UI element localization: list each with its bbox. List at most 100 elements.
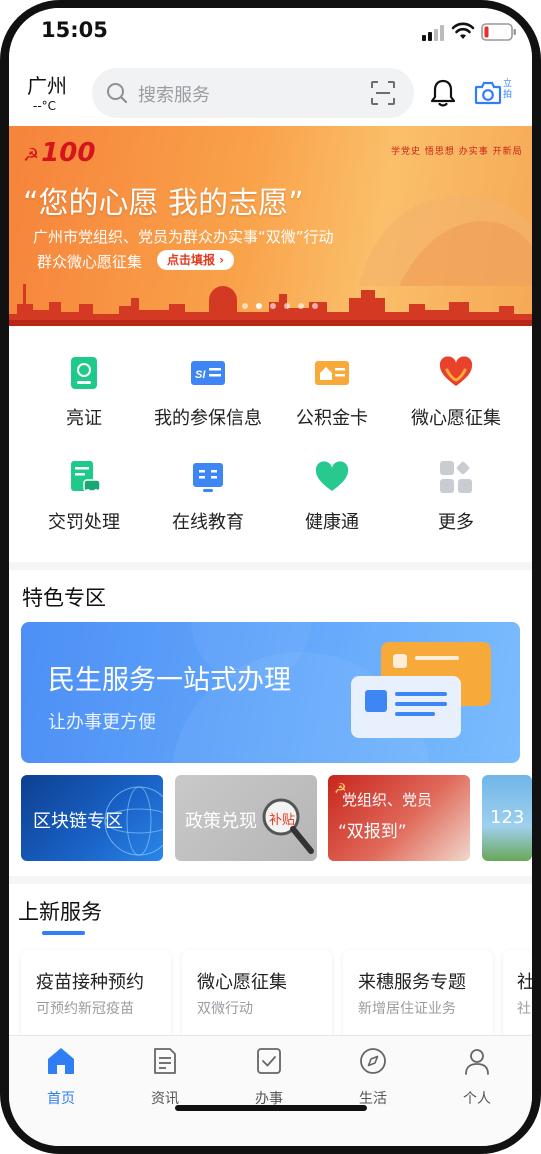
city-selector[interactable]: 广州 [27, 70, 67, 99]
quick-service-grid: 亮证 SI 我的参保信息 公积金卡 微心愿征集 交罚处理 在线教育 健康通 更多 [9, 326, 532, 562]
news-doc-icon [154, 1048, 176, 1074]
quick-label: 更多 [438, 512, 474, 533]
service-card-subtitle: 双微行动 [197, 1001, 253, 1017]
tab-news[interactable]: 资讯 [113, 1046, 217, 1108]
service-card-partial[interactable]: 社 社 [503, 950, 532, 1044]
party-report-tile[interactable]: ☭ 党组织、党员 “双报到” [328, 775, 470, 861]
quick-label: 公积金卡 [296, 408, 368, 429]
carousel-indicator[interactable] [241, 302, 321, 310]
service-card-vaccine[interactable]: 疫苗接种预约 可预约新冠疫苗 [21, 950, 171, 1044]
quick-item-health[interactable]: 健康通 [267, 460, 397, 534]
screen: 15:05 广州 --°C 搜索服务 立拍 ☭100 学党史 悟思想 办实事 开… [9, 8, 532, 1146]
city-skyline-illustration [9, 284, 532, 326]
service-card-title: 疫苗接种预约 [36, 972, 144, 993]
wifi-icon [451, 22, 475, 39]
quick-item-more[interactable]: 更多 [391, 460, 521, 534]
home-icon [48, 1048, 74, 1074]
quick-label: 亮证 [66, 408, 102, 429]
slogan-stamps: 学党史 悟思想 办实事 开新局 [391, 147, 523, 157]
more-grid-icon [440, 461, 472, 493]
feature-thumbnails: 区块链专区 政策兑现 补贴 ☭ 党组织、党员 “双报到” 123 [21, 775, 532, 861]
service-card-wish[interactable]: 微心愿征集 双微行动 [182, 950, 332, 1044]
traffic-fine-icon [71, 461, 101, 493]
feature-section-title: 特色专区 [22, 586, 106, 610]
new-services-title: 上新服务 [18, 900, 102, 924]
subsidy-tag: 补贴 [269, 813, 296, 828]
active-tab-underline [42, 931, 85, 935]
quick-item-license[interactable]: 亮证 [19, 356, 149, 430]
svg-text:SI: SI [195, 369, 206, 381]
policy-redemption-label: 政策兑现 [185, 811, 257, 832]
one-stop-subtitle: 让办事更方便 [48, 712, 156, 733]
city-tile[interactable]: 123 [482, 775, 532, 861]
feature-section: 特色专区 民生服务一站式办理 让办事更方便 区块链专区 政策兑现 补贴 ☭ 党组… [9, 570, 532, 876]
new-services-section: 上新服务 疫苗接种预约 可预约新冠疫苗 微心愿征集 双微行动 来穗服务专题 新增… [9, 884, 532, 1044]
blockchain-zone-label: 区块链专区 [33, 811, 123, 832]
notification-bell-icon[interactable] [429, 78, 457, 108]
magnifier-icon [262, 798, 314, 854]
top-header: 广州 --°C 搜索服务 立拍 [9, 60, 532, 126]
city-tile-label: 123 [490, 807, 525, 828]
quick-item-education[interactable]: 在线教育 [143, 460, 273, 534]
document-cards-icon [351, 642, 491, 738]
quick-label: 微心愿征集 [411, 408, 501, 429]
book-icon [193, 463, 223, 492]
quick-label: 我的参保信息 [154, 408, 262, 429]
quick-item-fund-card[interactable]: 公积金卡 [267, 356, 397, 430]
promo-banner[interactable]: ☭100 学党史 悟思想 办实事 开新局 “您的心愿 我的志愿” 广州市党组织、… [9, 126, 532, 326]
quick-label: 在线教育 [172, 512, 244, 533]
tab-profile[interactable]: 个人 [425, 1046, 529, 1108]
person-icon [465, 1049, 489, 1075]
cellular-signal-icon [422, 25, 444, 41]
temperature: --°C [33, 99, 57, 113]
social-security-card-icon: SI [191, 361, 225, 385]
tab-label: 首页 [47, 1091, 75, 1107]
home-indicator[interactable] [175, 1105, 367, 1111]
heart-hands-icon [439, 356, 473, 386]
decorative-illustration [359, 195, 532, 286]
service-card-title: 来穗服务专题 [358, 972, 466, 993]
one-stop-service-card[interactable]: 民生服务一站式办理 让办事更方便 [21, 622, 520, 763]
battery-icon [481, 23, 516, 41]
status-bar: 15:05 [9, 8, 532, 60]
status-time: 15:05 [41, 18, 108, 42]
quick-label: 交罚处理 [48, 512, 120, 533]
blockchain-zone-tile[interactable]: 区块链专区 [21, 775, 163, 861]
fill-in-button[interactable]: 点击填报 › [157, 250, 235, 270]
tab-services[interactable]: 办事 [217, 1046, 321, 1108]
health-heart-icon [315, 461, 349, 491]
one-stop-title: 民生服务一站式办理 [48, 665, 291, 696]
service-card-title: 微心愿征集 [197, 972, 287, 993]
service-card-subtitle: 社 [517, 1001, 531, 1017]
quick-item-wish[interactable]: 微心愿征集 [391, 356, 521, 430]
phone-frame: 15:05 广州 --°C 搜索服务 立拍 ☭100 学党史 悟思想 办实事 开… [0, 0, 541, 1154]
compass-icon [360, 1048, 386, 1074]
tab-life[interactable]: 生活 [321, 1046, 425, 1108]
banner-line-2: 群众微心愿征集 [37, 253, 143, 271]
camera-icon[interactable] [474, 80, 502, 106]
party-report-label-2: “双报到” [338, 822, 407, 842]
housing-fund-card-icon [315, 361, 349, 385]
quick-item-traffic-fine[interactable]: 交罚处理 [19, 460, 149, 534]
centenary-logo: ☭100 [23, 138, 96, 168]
service-card-title: 社 [517, 972, 532, 993]
camera-label[interactable]: 立拍 [503, 79, 515, 101]
bottom-tab-bar: 首页 资讯 办事 生活 个人 [9, 1035, 532, 1146]
service-card-subtitle: 新增居住证业务 [358, 1001, 456, 1017]
search-bar[interactable]: 搜索服务 [92, 68, 414, 118]
tab-label: 个人 [463, 1091, 491, 1107]
quick-item-insurance[interactable]: SI 我的参保信息 [143, 356, 273, 430]
scan-icon[interactable] [370, 80, 396, 106]
id-card-icon [71, 357, 97, 389]
service-card-subtitle: 可预约新冠疫苗 [36, 1001, 134, 1017]
party-report-label: 党组织、党员 [342, 791, 433, 809]
policy-redemption-tile[interactable]: 政策兑现 补贴 [175, 775, 317, 861]
banner-line-1: 广州市党组织、党员为群众办实事“双微”行动 [33, 228, 334, 246]
tab-home[interactable]: 首页 [9, 1046, 113, 1108]
checkbox-task-icon [257, 1048, 281, 1074]
search-placeholder: 搜索服务 [138, 85, 210, 106]
service-card-newcomer[interactable]: 来穗服务专题 新增居住证业务 [343, 950, 493, 1044]
search-icon [107, 83, 128, 104]
banner-headline: “您的心愿 我的志愿” [23, 186, 304, 221]
quick-label: 健康通 [305, 512, 359, 533]
